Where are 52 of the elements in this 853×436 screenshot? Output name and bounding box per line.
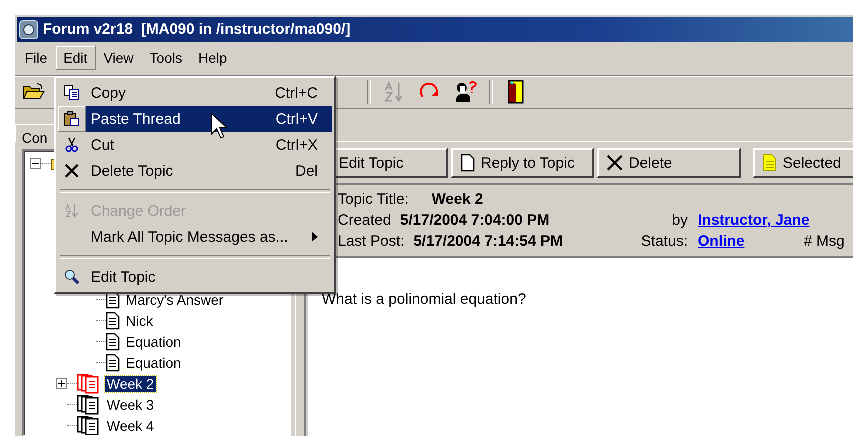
tree-item[interactable]: Week 3 [105,396,156,412]
mouse-pointer-icon [211,113,229,141]
tree-item[interactable]: Equation [124,354,184,370]
field-label: Status: [640,233,689,250]
page-icon [106,312,120,330]
submenu-arrow-icon [312,232,318,242]
note-icon [763,154,777,172]
tree-item[interactable]: Equation [124,334,184,350]
menu-item[interactable]: Tools [142,46,190,70]
menu-item[interactable]: Edit Topic [58,264,332,290]
app-icon [19,20,39,40]
last-post-date: 5/17/2004 7:14:54 PM [414,233,563,250]
tree-item[interactable]: Week 2 [105,376,156,392]
collapse-box[interactable] [30,158,41,169]
open-folder-icon[interactable] [23,83,45,101]
toolbar-button[interactable]: Reply to Topic [451,148,594,178]
menu-item-icon [64,137,80,153]
menu-item[interactable]: Help [190,46,236,70]
menu-item-icon [64,85,80,101]
menu-item-icon [64,269,80,285]
menu-item-icon [64,203,80,219]
close-x-icon [607,155,623,171]
page-icon [106,354,120,372]
created-date: 5/17/2004 7:04:00 PM [400,212,550,229]
toolbar-button[interactable]: Delete [597,148,741,178]
menu-item-icon [64,111,80,127]
field-label: Last Post: [338,233,405,250]
expand-box[interactable] [56,378,67,389]
door-icon[interactable] [508,80,524,104]
tree-item[interactable]: Marcy's Answer [124,292,226,308]
author-link[interactable]: Instructor, Jane [698,212,810,229]
field-label: Created [338,212,392,229]
page-icon [461,154,475,172]
person-question-icon[interactable] [454,81,478,103]
menu-item[interactable]: Copy Ctrl+C [58,80,332,106]
window-title: Forum v2r18 [MA090 in /instructor/ma090/] [43,21,351,38]
toolbar-button[interactable]: Selected [753,148,853,178]
field-label: # Msg [804,233,846,250]
tree-item[interactable]: Week 4 [105,418,156,434]
menu-item[interactable]: Mark All Topic Messages as... [58,224,332,250]
menu-item[interactable]: Edit [56,46,96,70]
tree-item[interactable]: Nick [124,312,156,328]
field-label: by [671,212,689,229]
page-icon [106,332,120,350]
menu-item[interactable]: View [96,46,142,70]
tab[interactable]: Con [15,124,55,142]
status-link[interactable]: Online [698,233,804,250]
message-text: What is a polinomial equation? [322,291,526,308]
topic-title: Week 2 [432,191,484,208]
menu-item-icon [64,163,80,179]
menu-item[interactable]: File [17,46,56,70]
field-label: Topic Title: [338,191,409,208]
